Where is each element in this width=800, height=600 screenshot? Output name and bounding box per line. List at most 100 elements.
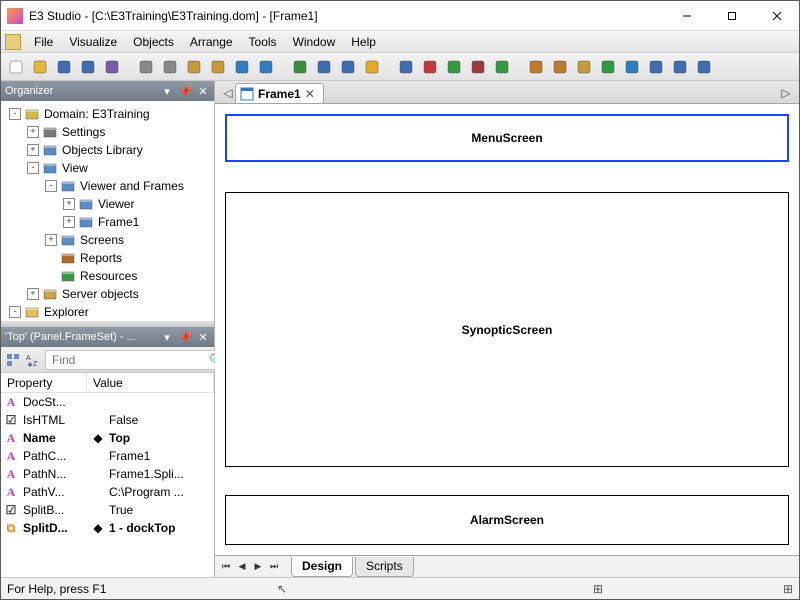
toolbar-save-button[interactable]: [53, 56, 75, 78]
bottom-tab-design[interactable]: Design: [291, 557, 353, 577]
toolbar-undo-button[interactable]: [231, 56, 253, 78]
property-value[interactable]: False: [107, 413, 214, 427]
col-value[interactable]: Value: [87, 373, 214, 392]
property-value[interactable]: Frame1.Spli...: [107, 467, 214, 481]
panel-close-icon[interactable]: ✕: [196, 330, 210, 344]
tree-item-explorer[interactable]: -Explorer: [3, 303, 212, 321]
find-input[interactable]: [50, 352, 209, 368]
property-row[interactable]: ☑SplitB...True: [1, 501, 214, 519]
nav-prev-icon[interactable]: ◀: [235, 560, 249, 574]
tree-item-settings[interactable]: +Settings: [3, 123, 212, 141]
tree-item-view[interactable]: -View: [3, 159, 212, 177]
tab-close-icon[interactable]: ✕: [305, 87, 315, 101]
property-row[interactable]: APathC...Frame1: [1, 447, 214, 465]
menu-arrange[interactable]: Arrange: [183, 33, 240, 51]
toolbar-find-button[interactable]: [289, 56, 311, 78]
frame-splitter[interactable]: [225, 479, 789, 483]
nav-first-icon[interactable]: ⏮: [219, 560, 233, 574]
toolbar-run-button[interactable]: [443, 56, 465, 78]
design-canvas[interactable]: MenuScreen SynopticScreen AlarmScreen: [215, 103, 799, 555]
frame-alarm-screen[interactable]: AlarmScreen: [225, 495, 789, 545]
property-find[interactable]: 🔍: [45, 350, 229, 370]
tree-item-server-objects[interactable]: +Server objects: [3, 285, 212, 303]
property-value[interactable]: Top: [107, 431, 214, 445]
tree-item-viewer[interactable]: +Viewer: [3, 195, 212, 213]
property-row[interactable]: ☑IsHTMLFalse: [1, 411, 214, 429]
tab-scroll-left-icon[interactable]: ◁: [221, 83, 235, 103]
menu-help[interactable]: Help: [344, 33, 383, 51]
expand-icon[interactable]: +: [27, 144, 39, 156]
tree-item-frame1[interactable]: +Frame1: [3, 213, 212, 231]
toolbar-props-button[interactable]: [645, 56, 667, 78]
frame-synoptic-screen[interactable]: SynopticScreen: [225, 192, 789, 467]
frame-splitter[interactable]: [225, 174, 789, 178]
collapse-icon[interactable]: -: [45, 180, 57, 192]
toolbar-grid-button[interactable]: [337, 56, 359, 78]
property-row[interactable]: ⧉SplitD...◆1 - dockTop: [1, 519, 214, 537]
menu-file[interactable]: File: [27, 33, 60, 51]
expand-icon[interactable]: +: [45, 234, 57, 246]
pin-icon[interactable]: 📌: [178, 330, 192, 344]
alpha-view-button[interactable]: AZ: [25, 349, 41, 371]
tree-item-screens[interactable]: +Screens: [3, 231, 212, 249]
menu-tools[interactable]: Tools: [242, 33, 284, 51]
toolbar-redo-button[interactable]: [255, 56, 277, 78]
tree-item-reports[interactable]: Reports: [3, 249, 212, 267]
expand-icon[interactable]: +: [63, 198, 75, 210]
expand-icon[interactable]: +: [63, 216, 75, 228]
collapse-icon[interactable]: -: [27, 162, 39, 174]
toolbar-tags-button[interactable]: [573, 56, 595, 78]
close-button[interactable]: [754, 1, 799, 30]
tree-item-resources[interactable]: Resources: [3, 267, 212, 285]
toolbar-sum-button[interactable]: [621, 56, 643, 78]
property-row[interactable]: APathN...Frame1.Spli...: [1, 465, 214, 483]
tab-frame1[interactable]: Frame1 ✕: [235, 83, 324, 103]
toolbar-project-button[interactable]: [101, 56, 123, 78]
expand-icon[interactable]: +: [27, 126, 39, 138]
toolbar-paste2-button[interactable]: [207, 56, 229, 78]
property-row[interactable]: AName◆Top: [1, 429, 214, 447]
toolbar-aom-button[interactable]: [669, 56, 691, 78]
toolbar-table-button[interactable]: [313, 56, 335, 78]
nav-next-icon[interactable]: ▶: [251, 560, 265, 574]
property-row[interactable]: ADocSt...: [1, 393, 214, 411]
nav-last-icon[interactable]: ⏭: [267, 560, 281, 574]
menu-visualize[interactable]: Visualize: [62, 33, 124, 51]
collapse-icon[interactable]: -: [9, 108, 21, 120]
tree-item-objects-library[interactable]: +Objects Library: [3, 141, 212, 159]
tab-scroll-right-icon[interactable]: ▷: [779, 83, 793, 103]
organizer-tree[interactable]: -Domain: E3Training+Settings+Objects Lib…: [1, 101, 214, 321]
toolbar-copy-button[interactable]: [159, 56, 181, 78]
menu-window[interactable]: Window: [286, 33, 343, 51]
toolbar-new-button[interactable]: [5, 56, 27, 78]
menu-objects[interactable]: Objects: [126, 33, 181, 51]
mdi-icon[interactable]: [5, 34, 21, 50]
toolbar-saveall-button[interactable]: [77, 56, 99, 78]
toolbar-play-button[interactable]: [491, 56, 513, 78]
property-value[interactable]: True: [107, 503, 214, 517]
property-value[interactable]: C:\Program ...: [107, 485, 214, 499]
pin-icon[interactable]: 📌: [178, 84, 192, 98]
maximize-button[interactable]: [709, 1, 754, 30]
col-property[interactable]: Property: [1, 373, 87, 392]
property-row[interactable]: APathV...C:\Program ...: [1, 483, 214, 501]
tree-item-domain-e3training[interactable]: -Domain: E3Training: [3, 105, 212, 123]
toolbar-warn-button[interactable]: [361, 56, 383, 78]
frame-menu-screen[interactable]: MenuScreen: [225, 114, 789, 162]
toolbar-stats-button[interactable]: [419, 56, 441, 78]
toolbar-brush-button[interactable]: [549, 56, 571, 78]
toolbar-open-button[interactable]: [29, 56, 51, 78]
panel-menu-icon[interactable]: ▾: [160, 330, 174, 344]
panel-close-icon[interactable]: ✕: [196, 84, 210, 98]
property-value[interactable]: Frame1: [107, 449, 214, 463]
expand-icon[interactable]: +: [27, 288, 39, 300]
category-view-button[interactable]: [5, 349, 21, 371]
property-value[interactable]: 1 - dockTop: [107, 521, 214, 535]
toolbar-cut-button[interactable]: [135, 56, 157, 78]
panel-menu-icon[interactable]: ▾: [160, 84, 174, 98]
toolbar-paste-button[interactable]: [183, 56, 205, 78]
toolbar-palette-button[interactable]: [525, 56, 547, 78]
tree-item-viewer-and-frames[interactable]: -Viewer and Frames: [3, 177, 212, 195]
bottom-tab-scripts[interactable]: Scripts: [355, 557, 414, 577]
toolbar-pick-button[interactable]: [597, 56, 619, 78]
